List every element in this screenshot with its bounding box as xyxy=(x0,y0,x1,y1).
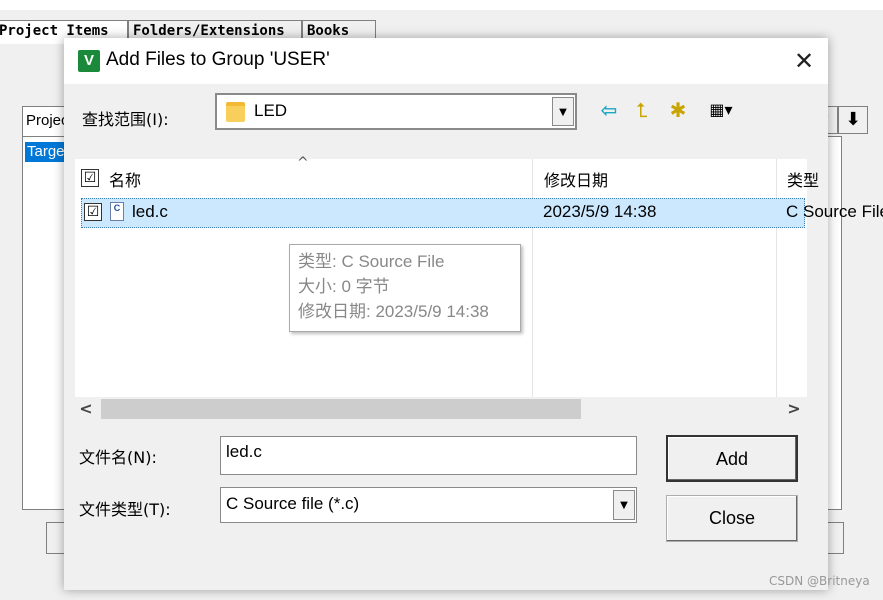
folder-icon xyxy=(226,102,245,122)
keil-app-icon: V xyxy=(78,50,100,72)
scrollbar-thumb[interactable] xyxy=(101,399,581,419)
close-icon[interactable]: ✕ xyxy=(780,38,828,84)
scroll-right-icon[interactable]: > xyxy=(783,397,805,421)
move-down-button[interactable]: ⬇ xyxy=(838,106,868,134)
filetype-value: C Source file (*.c) xyxy=(226,494,360,513)
file-date-cell: 2023/5/9 14:38 xyxy=(543,202,657,221)
background-button-right[interactable] xyxy=(826,522,844,554)
background-button-left[interactable] xyxy=(46,522,66,554)
column-header-modified[interactable]: 修改日期 xyxy=(544,167,608,191)
add-files-dialog: V Add Files to Group 'USER' ✕ 查找范围(I): L… xyxy=(64,38,883,590)
file-info-tooltip: 类型: C Source File 大小: 0 字节 修改日期: 2023/5/… xyxy=(289,244,521,332)
column-header-type[interactable]: 类型 xyxy=(787,167,819,191)
scroll-left-icon[interactable]: < xyxy=(75,397,97,421)
file-name-cell: led.c xyxy=(132,202,168,221)
c-source-file-icon: C xyxy=(110,202,124,221)
filename-input[interactable]: led.c xyxy=(220,436,637,475)
filetype-label: 文件类型(T): xyxy=(79,500,171,519)
close-button[interactable]: Close xyxy=(666,495,798,542)
sort-ascending-icon: ^ xyxy=(297,155,309,171)
dropdown-arrow-icon[interactable]: ▼ xyxy=(552,97,574,126)
tooltip-modified: 修改日期: 2023/5/9 14:38 xyxy=(298,302,489,321)
file-type-cell: C Source File xyxy=(786,202,883,221)
dialog-title: Add Files to Group 'USER' xyxy=(106,49,330,70)
file-list-header: ^ ☑ 名称 修改日期 类型 xyxy=(75,155,819,195)
view-menu-icon[interactable]: ▦▾ xyxy=(700,96,742,124)
target-list-item[interactable]: Target xyxy=(25,142,65,162)
horizontal-scrollbar[interactable]: < > xyxy=(75,397,807,421)
column-header-name[interactable]: 名称 xyxy=(109,167,141,191)
select-all-checkbox[interactable]: ☑ xyxy=(81,169,99,187)
file-list[interactable]: ^ ☑ 名称 修改日期 类型 ☑ C led.c 2023/5/9 14:38 … xyxy=(75,155,883,421)
file-checkbox[interactable]: ☑ xyxy=(84,203,102,221)
look-in-label: 查找范围(I): xyxy=(82,110,169,129)
up-folder-icon[interactable]: ⮤ xyxy=(628,96,656,124)
tooltip-size: 大小: 0 字节 xyxy=(298,277,390,296)
back-arrow-icon[interactable]: ⇦ xyxy=(596,96,622,124)
top-strip xyxy=(0,0,883,10)
filetype-combobox[interactable]: C Source file (*.c) ▼ xyxy=(220,487,637,523)
dropdown-arrow-icon[interactable]: ▼ xyxy=(613,490,635,520)
look-in-value: LED xyxy=(254,101,288,120)
filename-label: 文件名(N): xyxy=(79,448,157,467)
add-button[interactable]: Add xyxy=(666,435,798,482)
new-folder-icon[interactable]: ✱ xyxy=(664,96,692,124)
look-in-combobox[interactable]: LED ▼ xyxy=(215,93,577,130)
file-row-led-c[interactable]: ☑ C led.c 2023/5/9 14:38 C Source File xyxy=(81,198,883,228)
watermark: CSDN @Britneya xyxy=(769,574,870,588)
tooltip-type: 类型: C Source File xyxy=(298,252,445,271)
dialog-titlebar[interactable]: V Add Files to Group 'USER' ✕ xyxy=(64,38,828,84)
